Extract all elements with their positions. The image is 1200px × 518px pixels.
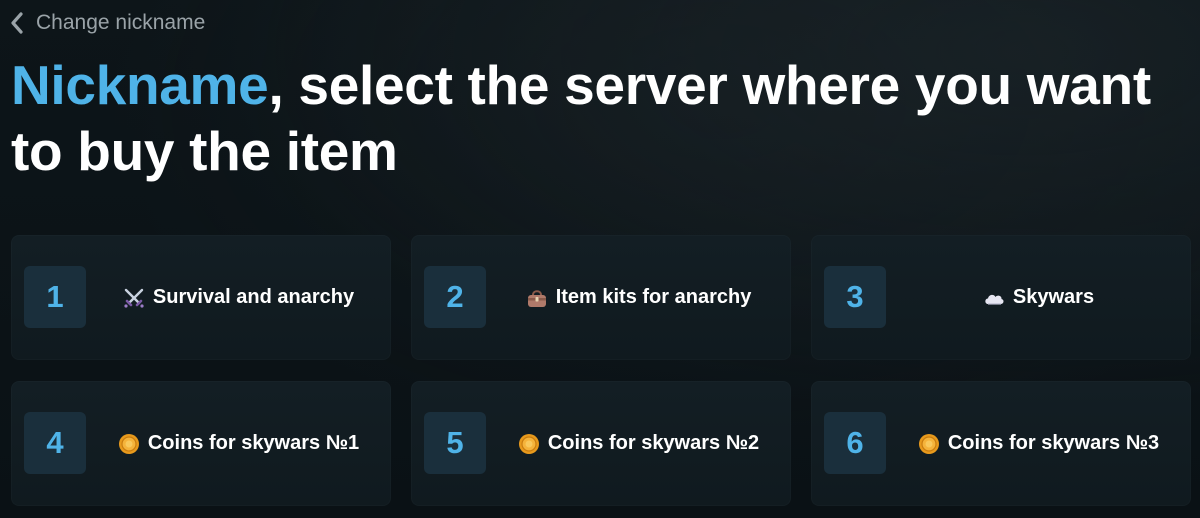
coin-icon xyxy=(118,433,140,455)
server-label: Skywars xyxy=(1012,286,1095,308)
server-label: Survival and anarchy xyxy=(152,286,355,308)
server-label-row: Coins for skywars №1 xyxy=(86,381,391,506)
server-grid: 1 Survival and anarchy 2 Item kits for a… xyxy=(11,235,1200,506)
bag-icon xyxy=(526,287,548,309)
server-card-2[interactable]: 2 Item kits for anarchy xyxy=(411,235,791,360)
page-title-nickname: Nickname xyxy=(11,54,269,116)
coin-icon xyxy=(518,433,540,455)
back-link[interactable]: Change nickname xyxy=(10,9,205,37)
server-number: 5 xyxy=(424,412,486,474)
server-card-1[interactable]: 1 Survival and anarchy xyxy=(11,235,391,360)
server-number: 1 xyxy=(24,266,86,328)
server-label-row: Survival and anarchy xyxy=(86,235,391,360)
server-number: 4 xyxy=(24,412,86,474)
server-label: Coins for skywars №3 xyxy=(947,432,1160,454)
back-link-label: Change nickname xyxy=(36,11,206,34)
server-label-row: Coins for skywars №2 xyxy=(486,381,791,506)
server-number: 3 xyxy=(824,266,886,328)
server-label-row: Item kits for anarchy xyxy=(486,235,791,360)
coin-icon xyxy=(918,433,940,455)
chevron-left-icon xyxy=(10,12,24,34)
server-label-row: Skywars xyxy=(886,235,1191,360)
page-title: Nickname, select the server where you wa… xyxy=(11,52,1161,184)
server-label: Coins for skywars №1 xyxy=(147,432,360,454)
server-card-5[interactable]: 5 Coins for skywars №2 xyxy=(411,381,791,506)
cloud-icon xyxy=(983,287,1005,309)
server-label: Item kits for anarchy xyxy=(555,286,752,308)
server-card-3[interactable]: 3 Skywars xyxy=(811,235,1191,360)
server-number: 6 xyxy=(824,412,886,474)
crossed-swords-icon xyxy=(123,287,145,309)
server-card-6[interactable]: 6 Coins for skywars №3 xyxy=(811,381,1191,506)
server-card-4[interactable]: 4 Coins for skywars №1 xyxy=(11,381,391,506)
server-label: Coins for skywars №2 xyxy=(547,432,760,454)
server-number: 2 xyxy=(424,266,486,328)
server-label-row: Coins for skywars №3 xyxy=(886,381,1191,506)
